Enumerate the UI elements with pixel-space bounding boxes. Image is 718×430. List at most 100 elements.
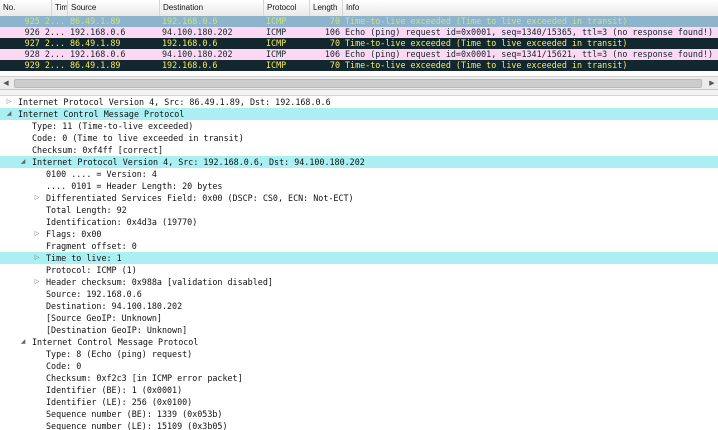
column-header-time[interactable]: Time — [52, 0, 68, 16]
packet-cell-no: 927 2... — [24, 38, 65, 48]
tree-item[interactable]: Total Length: 92 — [0, 204, 718, 216]
tree-item[interactable]: Identification: 0x4d3a (19770) — [0, 216, 718, 228]
tree-item[interactable]: [Source GeoIP: Unknown] — [0, 312, 718, 324]
packet-cell-src: 192.168.0.6 — [70, 27, 126, 37]
packet-cell-dst: 192.168.0.6 — [162, 16, 218, 26]
packet-cell-info: Time-to-live exceeded (Time to live exce… — [345, 38, 628, 48]
tree-item-label: Protocol: ICMP (1) — [46, 265, 137, 275]
tree-item[interactable]: Checksum: 0xf4ff [correct] — [0, 144, 718, 156]
packet-cell-dst: 94.100.180.202 — [162, 49, 233, 59]
packet-cell-dst: 94.100.180.202 — [162, 27, 233, 37]
triangle-down-icon[interactable]: ◢ — [19, 156, 27, 168]
tree-item[interactable]: Sequence number (LE): 15109 (0x3b05) — [0, 420, 718, 430]
packet-cell-no: 925 2... — [24, 16, 65, 26]
tree-item-label: Source: 192.168.0.6 — [46, 289, 142, 299]
packet-cell-len: 70 — [329, 38, 340, 48]
tree-item[interactable]: [Destination GeoIP: Unknown] — [0, 324, 718, 336]
triangle-right-icon[interactable]: ▷ — [33, 276, 41, 288]
column-header-destination[interactable]: Destination — [160, 0, 264, 16]
tree-item-label: Code: 0 (Time to live exceeded in transi… — [32, 133, 244, 143]
tree-item-label: Destination: 94.100.180.202 — [46, 301, 183, 311]
tree-item[interactable]: Protocol: ICMP (1) — [0, 264, 718, 276]
scroll-right-icon[interactable]: ▶ — [706, 77, 718, 89]
packet-cell-no: 928 2... — [24, 49, 65, 59]
packet-details-tree: ▷ Internet Protocol Version 4, Src: 86.49… — [0, 96, 718, 430]
packet-row[interactable]: 925 2... 86.49.1.89 192.168.0.6 ICMP 70 Time-… — [0, 16, 718, 27]
tree-item[interactable]: .... 0101 = Header Length: 20 bytes — [0, 180, 718, 192]
packet-cell-no: 929 2... — [24, 60, 65, 70]
tree-item[interactable]: Fragment offset: 0 — [0, 240, 718, 252]
triangle-right-icon[interactable]: ▷ — [33, 252, 41, 264]
packet-row[interactable]: 926 2... 192.168.0.6 94.100.180.202 ICMP 106… — [0, 27, 718, 38]
tree-item[interactable]: ▷ Time to live: 1 — [0, 252, 718, 264]
triangle-right-icon[interactable]: ▷ — [33, 228, 41, 240]
tree-item[interactable]: Type: 8 (Echo (ping) request) — [0, 348, 718, 360]
packet-cell-src: 86.49.1.89 — [70, 16, 121, 26]
triangle-down-icon[interactable]: ◢ — [19, 336, 27, 348]
tree-item[interactable]: ▷ Internet Protocol Version 4, Src: 86.49… — [0, 96, 718, 108]
scrollbar-thumb[interactable] — [14, 79, 702, 88]
packet-cell-info: Time-to-live exceeded (Time to live exce… — [345, 16, 628, 26]
tree-item[interactable]: Type: 11 (Time-to-live exceeded) — [0, 120, 718, 132]
tree-item[interactable]: ◢ Internet Control Message Protocol — [0, 336, 718, 348]
packet-cell-src: 192.168.0.6 — [70, 49, 126, 59]
tree-item-label: Sequence number (BE): 1339 (0x053b) — [46, 409, 223, 419]
triangle-right-icon[interactable]: ▷ — [5, 96, 13, 108]
packet-cell-proto: ICMP — [266, 49, 287, 59]
tree-item[interactable]: Identifier (LE): 256 (0x0100) — [0, 396, 718, 408]
packet-cell-len: 106 — [324, 27, 340, 37]
packet-cell-dst: 192.168.0.6 — [162, 60, 218, 70]
triangle-down-icon[interactable]: ◢ — [5, 108, 13, 120]
packet-row[interactable]: 929 2... 86.49.1.89 192.168.0.6 ICMP 70 Time-… — [0, 60, 718, 71]
tree-item-label: Code: 0 — [46, 361, 82, 371]
packet-cell-no: 926 2... — [24, 27, 65, 37]
tree-item[interactable]: Checksum: 0xf2c3 [in ICMP error packet] — [0, 372, 718, 384]
column-header-length[interactable]: Length — [310, 0, 343, 16]
packet-row[interactable]: 928 2... 192.168.0.6 94.100.180.202 ICMP 106… — [0, 49, 718, 60]
tree-item-label: Sequence number (LE): 15109 (0x3b05) — [46, 421, 228, 430]
column-header-info[interactable]: Info — [343, 0, 718, 16]
tree-item[interactable]: ◢ Internet Protocol Version 4, Src: 192.1… — [0, 156, 718, 168]
tree-item-label: Fragment offset: 0 — [46, 241, 137, 251]
tree-item[interactable]: ▷ Header checksum: 0x988a [validation dis… — [0, 276, 718, 288]
tree-item[interactable]: 0100 .... = Version: 4 — [0, 168, 718, 180]
packet-cell-info: Echo (ping) request id=0x0001, seq=1341/… — [345, 49, 714, 59]
tree-item[interactable]: Code: 0 — [0, 360, 718, 372]
packet-cell-info: Time-to-live exceeded (Time to live exce… — [345, 60, 628, 70]
scroll-left-icon[interactable]: ◀ — [0, 77, 12, 89]
tree-item[interactable]: ▷ Flags: 0x00 — [0, 228, 718, 240]
column-header-source[interactable]: Source — [68, 0, 160, 16]
tree-item-label: Differentiated Services Field: 0x00 (DSC… — [46, 193, 354, 203]
tree-item[interactable]: Identifier (BE): 1 (0x0001) — [0, 384, 718, 396]
tree-item[interactable]: Code: 0 (Time to live exceeded in transi… — [0, 132, 718, 144]
tree-item[interactable]: ◢ Internet Control Message Protocol — [0, 108, 718, 120]
tree-item-label: Internet Protocol Version 4, Src: 192.16… — [32, 157, 365, 167]
tree-item-label: Internet Control Message Protocol — [32, 337, 199, 347]
tree-item-label: [Destination GeoIP: Unknown] — [46, 325, 188, 335]
tree-item-label: Identification: 0x4d3a (19770) — [46, 217, 198, 227]
column-header-no[interactable]: No. — [0, 0, 52, 16]
tree-item-label: [Source GeoIP: Unknown] — [46, 313, 162, 323]
packet-cell-proto: ICMP — [266, 60, 287, 70]
packet-cell-len: 70 — [329, 16, 340, 26]
tree-item[interactable]: Sequence number (BE): 1339 (0x053b) — [0, 408, 718, 420]
tree-item-label: Internet Protocol Version 4, Src: 86.49.… — [18, 97, 331, 107]
packet-cell-dst: 192.168.0.6 — [162, 38, 218, 48]
tree-item-label: Identifier (BE): 1 (0x0001) — [46, 385, 183, 395]
tree-item-label: Identifier (LE): 256 (0x0100) — [46, 397, 193, 407]
packet-cell-info: Echo (ping) request id=0x0001, seq=1340/… — [345, 27, 714, 37]
tree-item-label: Total Length: 92 — [46, 205, 127, 215]
tree-item[interactable]: ▷ Differentiated Services Field: 0x00 (DS… — [0, 192, 718, 204]
packet-rows: 925 2... 86.49.1.89 192.168.0.6 ICMP 70 Time-… — [0, 16, 718, 71]
packet-cell-proto: ICMP — [266, 16, 287, 26]
packet-cell-src: 86.49.1.89 — [70, 60, 121, 70]
packet-row[interactable]: 927 2... 86.49.1.89 192.168.0.6 ICMP 70 Time-… — [0, 38, 718, 49]
tree-item-label: Time to live: 1 — [46, 253, 122, 263]
tree-item-label: Header checksum: 0x988a [validation disa… — [46, 277, 273, 287]
triangle-right-icon[interactable]: ▷ — [33, 192, 41, 204]
packet-list-horizontal-scrollbar[interactable]: ◀ ▶ — [0, 76, 718, 90]
tree-item-label: 0100 .... = Version: 4 — [46, 169, 157, 179]
tree-item[interactable]: Destination: 94.100.180.202 — [0, 300, 718, 312]
tree-item[interactable]: Source: 192.168.0.6 — [0, 288, 718, 300]
column-header-protocol[interactable]: Protocol — [264, 0, 310, 16]
